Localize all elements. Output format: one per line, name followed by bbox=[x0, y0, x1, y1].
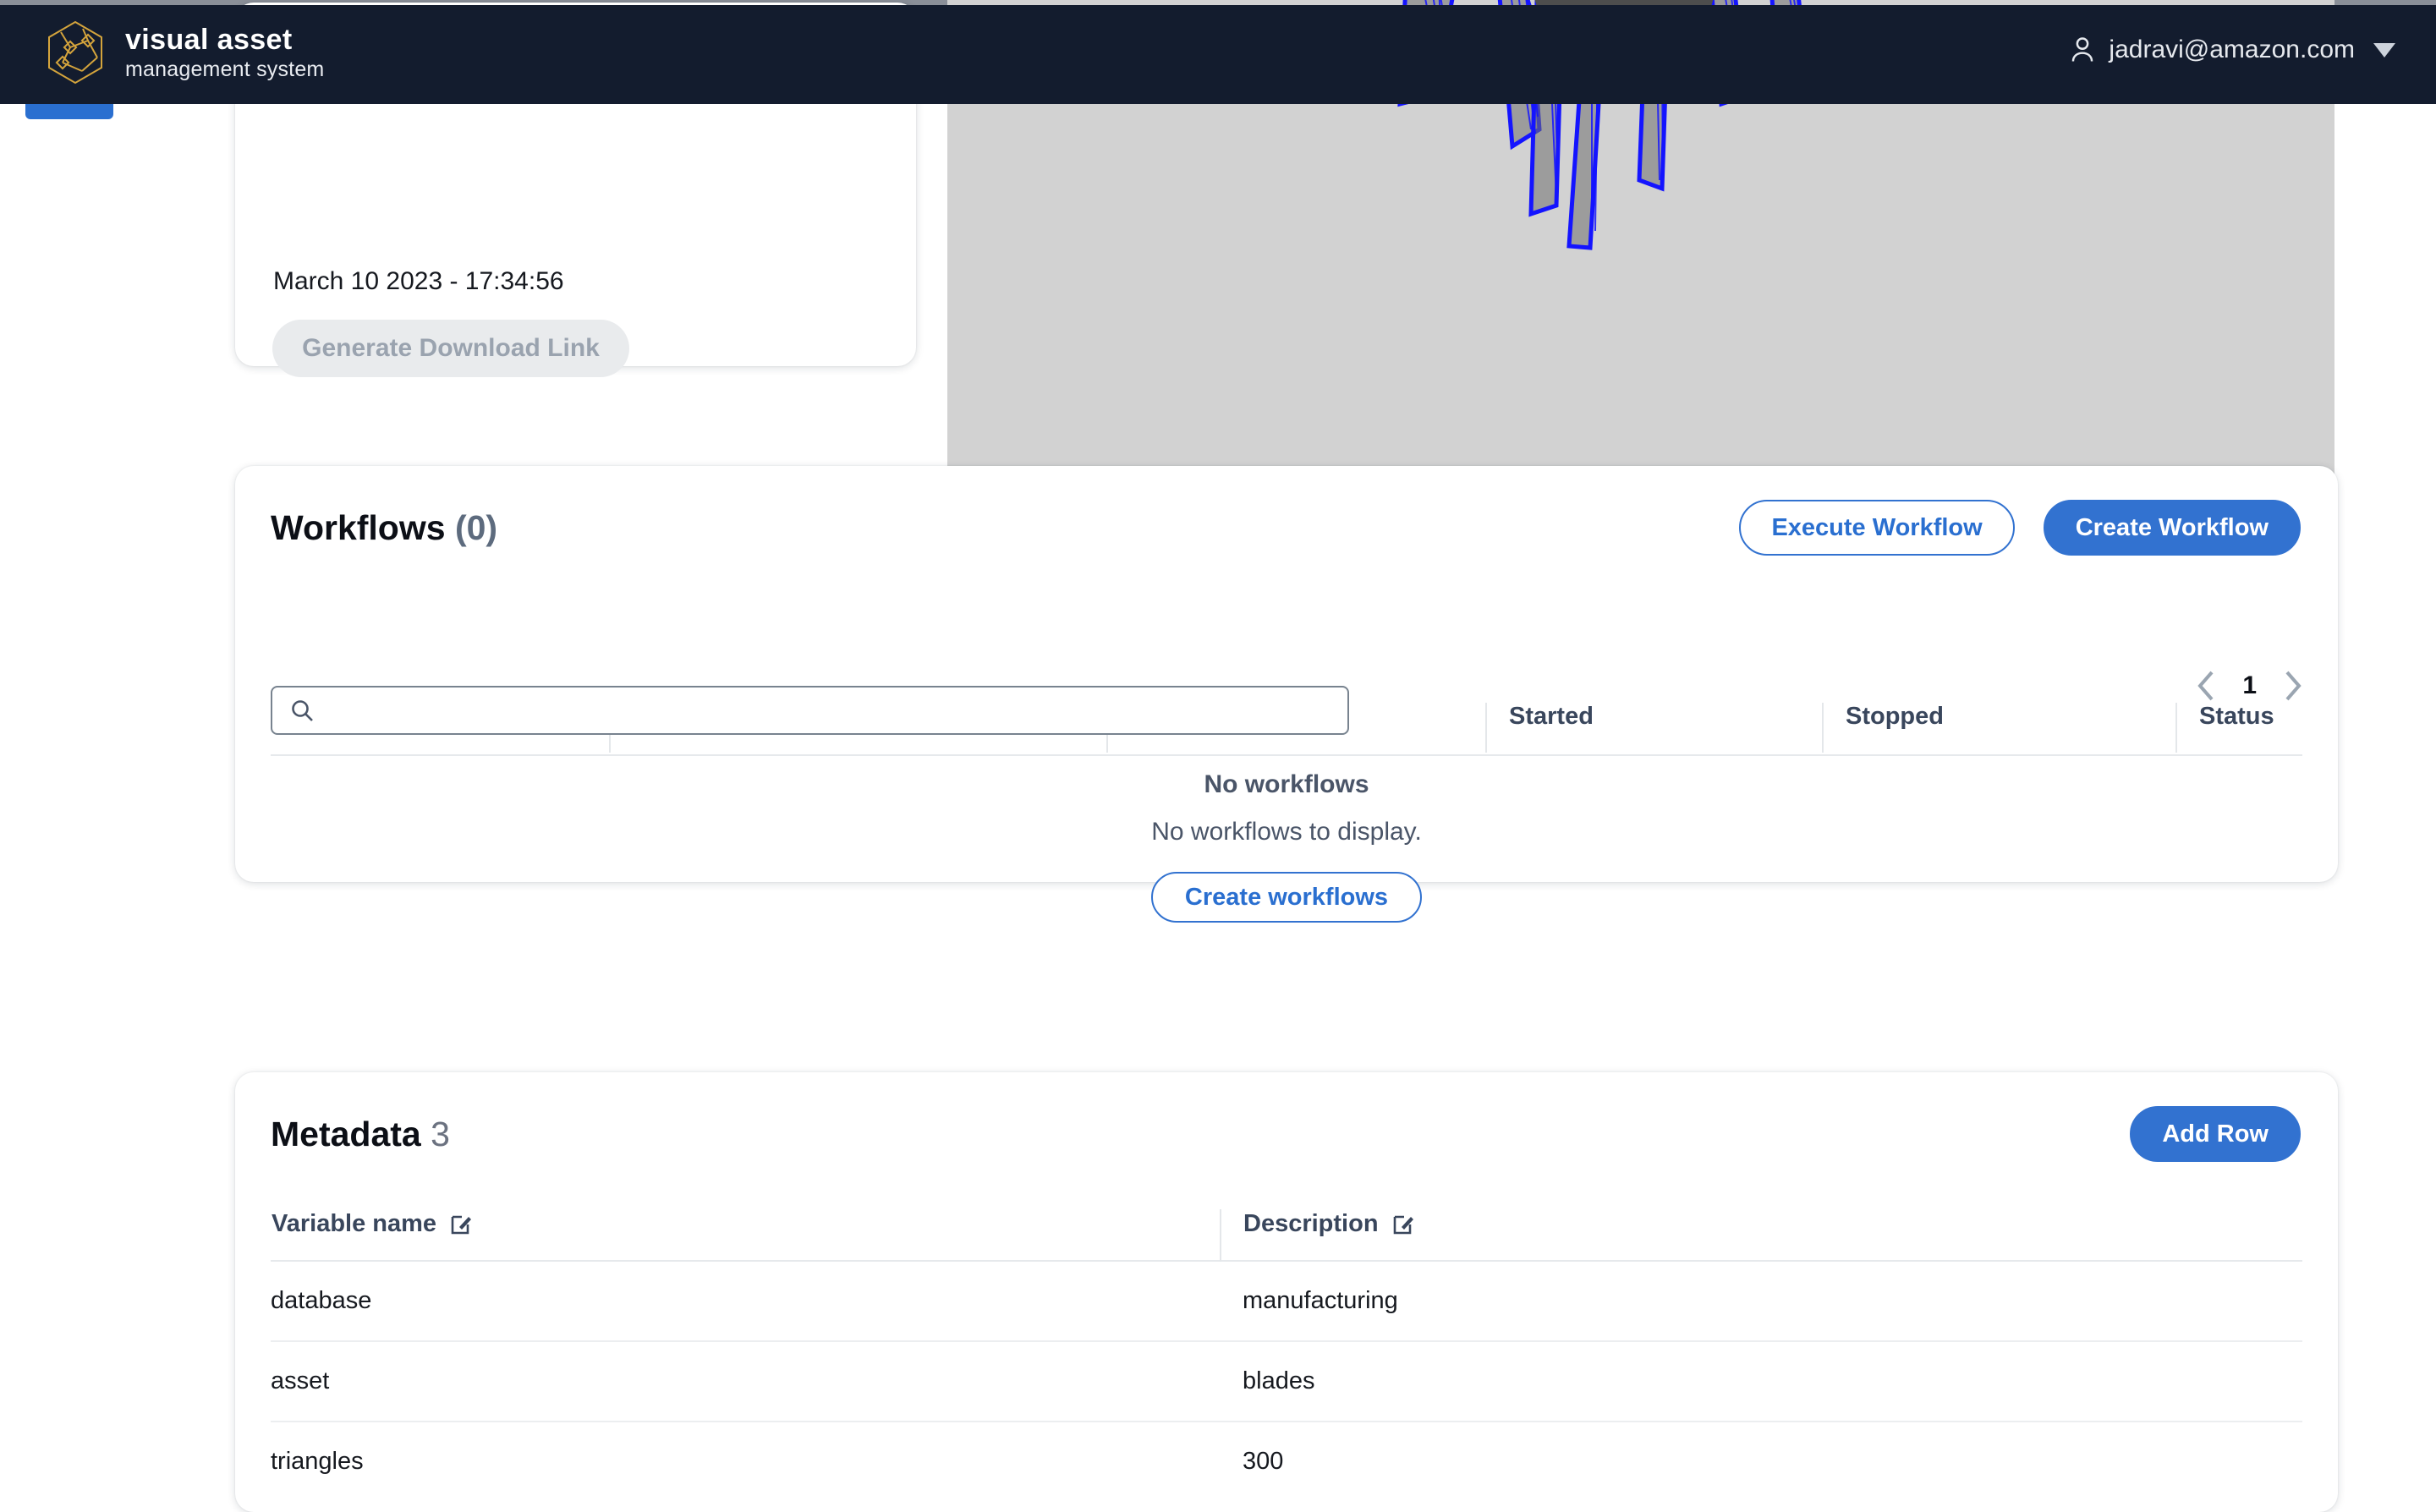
edit-pencil-icon[interactable] bbox=[1392, 1213, 1414, 1235]
workflows-heading: Workflows (0) bbox=[271, 508, 497, 548]
workflows-column-started[interactable]: Started bbox=[1485, 703, 1823, 753]
search-icon bbox=[289, 698, 315, 723]
table-row[interactable]: asset blades bbox=[271, 1340, 2302, 1422]
metadata-column-description[interactable]: Description bbox=[1220, 1209, 2302, 1261]
workflows-heading-text: Workflows bbox=[271, 508, 446, 547]
brand-title: visual asset bbox=[125, 23, 293, 56]
workflows-search-input[interactable] bbox=[326, 696, 1303, 725]
user-menu[interactable]: jadravi@amazon.com bbox=[2070, 36, 2395, 64]
metadata-count: 3 bbox=[431, 1115, 450, 1153]
edit-pencil-icon[interactable] bbox=[450, 1213, 472, 1235]
table-row[interactable]: triangles 300 bbox=[271, 1421, 2302, 1501]
workflows-column-status[interactable]: Status bbox=[2175, 703, 2302, 753]
metadata-description-cell[interactable]: 300 bbox=[1221, 1421, 2302, 1501]
column-label: Description bbox=[1243, 1210, 1379, 1237]
metadata-table-header-row: Variable name Description bbox=[271, 1209, 2302, 1261]
workflows-column-stopped[interactable]: Stopped bbox=[1822, 703, 2176, 753]
metadata-card: Metadata 3 Add Row Variable name Descrip… bbox=[235, 1072, 2338, 1512]
empty-state-subtitle: No workflows to display. bbox=[1151, 818, 1422, 846]
previous-page-icon[interactable] bbox=[2195, 669, 2217, 703]
execute-workflow-button[interactable]: Execute Workflow bbox=[1739, 500, 2015, 556]
chevron-down-icon[interactable] bbox=[2373, 42, 2395, 58]
next-page-icon[interactable] bbox=[2282, 669, 2304, 703]
workflows-count: (0) bbox=[454, 508, 498, 547]
workflows-search-box[interactable] bbox=[271, 686, 1349, 735]
workflows-card: Workflows (0) Execute Workflow Create Wo… bbox=[235, 466, 2338, 923]
metadata-variable-cell[interactable]: asset bbox=[271, 1340, 1221, 1422]
table-row[interactable]: database manufacturing bbox=[271, 1260, 2302, 1341]
metadata-description-cell[interactable]: manufacturing bbox=[1221, 1260, 2302, 1341]
user-email-label: jadravi@amazon.com bbox=[2109, 36, 2355, 63]
column-label: Variable name bbox=[272, 1210, 437, 1237]
metadata-description-cell[interactable]: blades bbox=[1221, 1340, 2302, 1422]
column-label: Stopped bbox=[1846, 703, 1944, 730]
column-label: Status bbox=[2199, 703, 2274, 730]
add-row-button[interactable]: Add Row bbox=[2130, 1106, 2301, 1162]
metadata-variable-cell[interactable]: triangles bbox=[271, 1421, 1221, 1501]
empty-state-title: No workflows bbox=[1204, 770, 1369, 798]
metadata-heading: Metadata 3 bbox=[271, 1115, 450, 1154]
brand-subtitle: management system bbox=[125, 57, 325, 81]
app-header: visual asset management system jadravi@a… bbox=[0, 5, 2436, 104]
metadata-variable-cell[interactable]: database bbox=[271, 1260, 1221, 1341]
generate-download-link-button[interactable]: Generate Download Link bbox=[272, 320, 629, 377]
workflows-pagination: 1 bbox=[2195, 669, 2304, 703]
current-page-label: 1 bbox=[2242, 671, 2257, 699]
metadata-table: Variable name Description database manuf… bbox=[271, 1209, 2302, 1501]
create-workflow-button[interactable]: Create Workflow bbox=[2043, 500, 2301, 556]
brand-logo-group[interactable]: visual asset management system bbox=[44, 19, 324, 86]
metadata-table-body: database manufacturing asset blades tria… bbox=[271, 1260, 2302, 1501]
create-workflows-button[interactable]: Create workflows bbox=[1150, 872, 1423, 923]
column-label: Started bbox=[1509, 703, 1594, 730]
metadata-actions: Add Row bbox=[2130, 1106, 2301, 1162]
workflows-empty-state: No workflows No workflows to display. Cr… bbox=[235, 770, 2338, 923]
workflows-actions: Execute Workflow Create Workflow bbox=[1739, 500, 2301, 556]
user-avatar-icon bbox=[2070, 36, 2095, 63]
asset-timestamp: March 10 2023 - 17:34:56 bbox=[273, 267, 564, 295]
table-header-divider bbox=[271, 754, 2302, 756]
metadata-column-variable-name[interactable]: Variable name bbox=[271, 1209, 1221, 1261]
page-canvas: March 10 2023 - 17:34:56 Generate Downlo… bbox=[0, 0, 2436, 1512]
metadata-heading-text: Metadata bbox=[271, 1115, 421, 1153]
vams-logo-icon bbox=[44, 19, 107, 86]
